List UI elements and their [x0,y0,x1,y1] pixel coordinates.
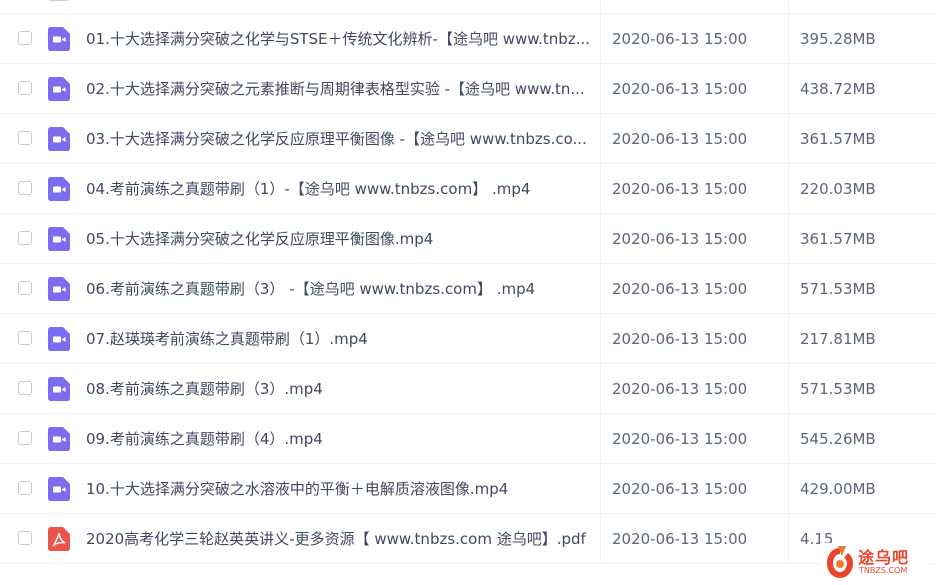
file-row[interactable]: 2020高考化学三轮赵英英讲义-更多资源【 www.tnbzs.com 途乌吧】… [0,514,936,564]
file-size: 571.53MB [800,280,876,298]
file-size: 438.72MB [800,80,876,98]
link-file-icon [48,0,70,1]
column-divider [600,0,601,13]
watermark-url: TNBZS.COM [859,566,908,575]
watermark: 途乌吧 TNBZS.COM [820,543,930,583]
file-modified-date: 2020-06-13 15:00 [612,230,748,248]
row-checkbox[interactable] [18,131,32,145]
file-modified-date: 2020-06-13 15:00 [612,380,748,398]
file-name[interactable]: 02.十大选择满分突破之元素推断与周期律表格型实验 -【途乌吧 www.tn..… [86,64,592,114]
column-divider [600,64,601,113]
column-divider [600,214,601,263]
file-row[interactable]: 08.考前演练之真题带刷（3）.mp4 2020-06-13 15:00 571.5… [0,364,936,414]
file-row[interactable]: 10.十大选择满分突破之水溶液中的平衡＋电解质溶液图像.mp4 2020-06-1… [0,464,936,514]
file-modified-date: 2020-06-13 15:00 [612,430,748,448]
video-file-icon [48,427,70,451]
file-modified-date: 2020-06-13 15:00 [612,330,748,348]
row-checkbox[interactable] [18,531,32,545]
column-divider [788,0,789,13]
row-checkbox[interactable] [18,281,32,295]
column-divider [600,264,601,313]
file-row[interactable]: 06.考前演练之真题带刷（3） -【途乌吧 www.tnbzs.com】 .mp… [0,264,936,314]
pdf-file-icon [48,527,70,551]
file-name[interactable]: 08.考前演练之真题带刷（3）.mp4 [86,364,592,414]
row-checkbox[interactable] [18,181,32,195]
file-modified-date: 2020-06-13 15:00 [612,180,748,198]
file-name[interactable]: 04.考前演练之真题带刷（1）-【途乌吧 www.tnbzs.com】 .mp4 [86,164,592,214]
video-file-icon [48,177,70,201]
file-modified-date: 2020-06-13 15:00 [612,30,748,48]
file-size: 395.28MB [800,30,876,48]
file-name[interactable]: 05.十大选择满分突破之化学反应原理平衡图像.mp4 [86,214,592,264]
file-size: 361.57MB [800,130,876,148]
file-row[interactable]: 上课笔记.url 2020-06-13 15:01 120B [0,0,936,14]
file-row[interactable]: 02.十大选择满分突破之元素推断与周期律表格型实验 -【途乌吧 www.tn..… [0,64,936,114]
file-name[interactable]: 03.十大选择满分突破之化学反应原理平衡图像 -【途乌吧 www.tnbzs.c… [86,114,592,164]
file-size: 429.00MB [800,480,876,498]
video-file-icon [48,277,70,301]
row-checkbox[interactable] [18,331,32,345]
column-divider [600,164,601,213]
video-file-icon [48,227,70,251]
file-name[interactable]: 07.赵瑛瑛考前演练之真题带刷（1）.mp4 [86,314,592,364]
file-size: 120B [800,0,839,14]
file-name[interactable]: 上课笔记.url [86,0,592,14]
file-modified-date: 2020-06-13 15:00 [612,480,748,498]
file-modified-date: 2020-06-13 15:01 [612,0,747,14]
column-divider [788,314,789,363]
file-size: 217.81MB [800,330,876,348]
file-name[interactable]: 2020高考化学三轮赵英英讲义-更多资源【 www.tnbzs.com 途乌吧】… [86,514,592,564]
column-divider [600,464,601,513]
row-checkbox[interactable] [18,31,32,45]
column-divider [788,14,789,63]
file-size: 545.26MB [800,430,876,448]
file-size: 220.03MB [800,180,876,198]
file-size: 361.57MB [800,230,876,248]
file-list: 上课笔记.url 2020-06-13 15:01 120B 01.十大选择满分突破之… [0,0,936,564]
file-row[interactable]: 09.考前演练之真题带刷（4）.mp4 2020-06-13 15:00 545.2… [0,414,936,464]
column-divider [788,214,789,263]
video-file-icon [48,77,70,101]
column-divider [788,264,789,313]
video-file-icon [48,477,70,501]
column-divider [788,364,789,413]
row-checkbox[interactable] [18,381,32,395]
video-file-icon [48,377,70,401]
column-divider [600,364,601,413]
video-file-icon [48,127,70,151]
watermark-title: 途乌吧 [858,548,910,567]
file-row[interactable]: 04.考前演练之真题带刷（1）-【途乌吧 www.tnbzs.com】 .mp4… [0,164,936,214]
column-divider [600,314,601,363]
row-checkbox[interactable] [18,81,32,95]
column-divider [600,14,601,63]
video-file-icon [48,27,70,51]
file-modified-date: 2020-06-13 15:00 [612,130,748,148]
file-name[interactable]: 01.十大选择满分突破之化学与STSE＋传统文化辨析-【途乌吧 www.tnbz… [86,14,592,64]
column-divider [788,514,789,563]
video-file-icon [48,327,70,351]
file-row[interactable]: 05.十大选择满分突破之化学反应原理平衡图像.mp4 2020-06-13 15:… [0,214,936,264]
file-modified-date: 2020-06-13 15:00 [612,280,748,298]
file-name[interactable]: 09.考前演练之真题带刷（4）.mp4 [86,414,592,464]
file-modified-date: 2020-06-13 15:00 [612,530,748,548]
column-divider [788,464,789,513]
file-row[interactable]: 01.十大选择满分突破之化学与STSE＋传统文化辨析-【途乌吧 www.tnbz… [0,14,936,64]
column-divider [788,64,789,113]
tnbzs-logo-icon [827,546,853,578]
row-checkbox[interactable] [18,231,32,245]
column-divider [788,164,789,213]
column-divider [600,114,601,163]
column-divider [788,114,789,163]
column-divider [600,514,601,563]
column-divider [600,414,601,463]
column-divider [788,414,789,463]
row-checkbox[interactable] [18,431,32,445]
row-checkbox[interactable] [18,481,32,495]
file-row[interactable]: 07.赵瑛瑛考前演练之真题带刷（1）.mp4 2020-06-13 15:00 21… [0,314,936,364]
file-size: 571.53MB [800,380,876,398]
file-name[interactable]: 10.十大选择满分突破之水溶液中的平衡＋电解质溶液图像.mp4 [86,464,592,514]
file-row[interactable]: 03.十大选择满分突破之化学反应原理平衡图像 -【途乌吧 www.tnbzs.c… [0,114,936,164]
file-name[interactable]: 06.考前演练之真题带刷（3） -【途乌吧 www.tnbzs.com】 .mp… [86,264,592,314]
file-modified-date: 2020-06-13 15:00 [612,80,748,98]
